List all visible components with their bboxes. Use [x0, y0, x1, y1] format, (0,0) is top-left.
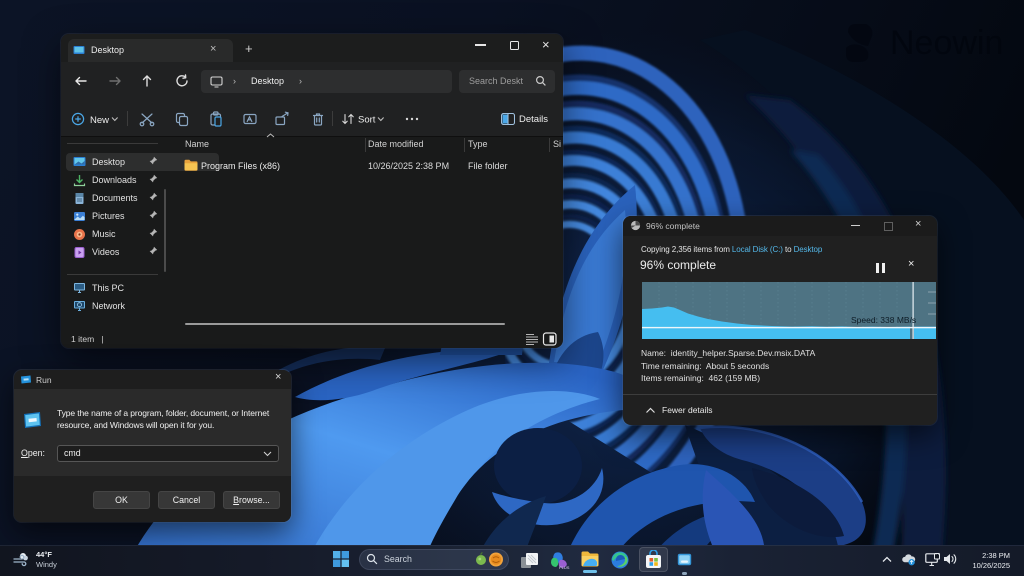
svg-text:New: New — [90, 115, 109, 126]
svg-text:Sort: Sort — [358, 115, 376, 126]
svg-text:PLUS: PLUS — [559, 565, 570, 570]
svg-text:Neowin: Neowin — [890, 24, 1003, 62]
